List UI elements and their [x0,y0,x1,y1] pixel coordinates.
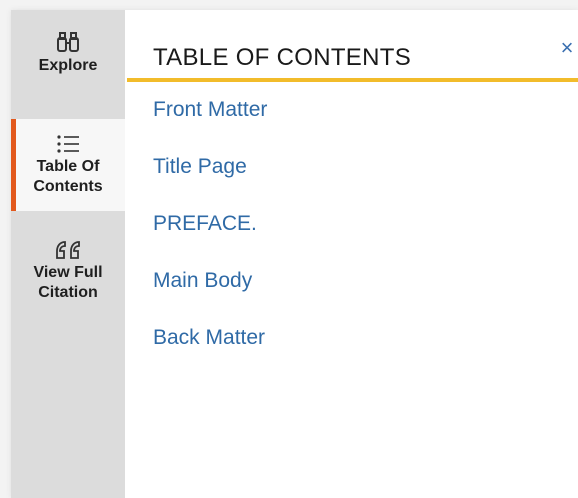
sidebar-item-view-full-citation[interactable]: View Full Citation [11,235,125,325]
sidebar: Explore Table Of Contents View Full Cita… [11,10,125,498]
quote-icon [11,235,125,263]
sidebar-item-explore[interactable]: Explore [11,28,125,108]
toc-link-main-body[interactable]: Main Body [153,267,267,324]
title-underline [127,78,578,82]
app-frame: Explore Table Of Contents View Full Cita… [0,0,578,498]
list-icon [11,129,125,157]
toc-content: TABLE OF CONTENTS × Front Matter Title P… [125,10,578,498]
sidebar-item-label: Table Of Contents [33,158,103,195]
sidebar-item-label: View Full Citation [33,264,103,301]
toc-link-preface[interactable]: PREFACE. [153,210,267,267]
page-title: TABLE OF CONTENTS [153,44,412,71]
close-icon[interactable]: × [555,36,578,60]
toc-panel: Explore Table Of Contents View Full Cita… [11,10,578,498]
toc-link-title-page[interactable]: Title Page [153,153,267,210]
sidebar-item-table-of-contents[interactable]: Table Of Contents [11,119,125,211]
sidebar-item-label: Explore [38,57,98,74]
binoculars-icon [11,28,125,56]
toc-list: Front Matter Title Page PREFACE. Main Bo… [153,96,267,381]
toc-link-back-matter[interactable]: Back Matter [153,324,267,381]
toc-link-front-matter[interactable]: Front Matter [153,96,267,153]
